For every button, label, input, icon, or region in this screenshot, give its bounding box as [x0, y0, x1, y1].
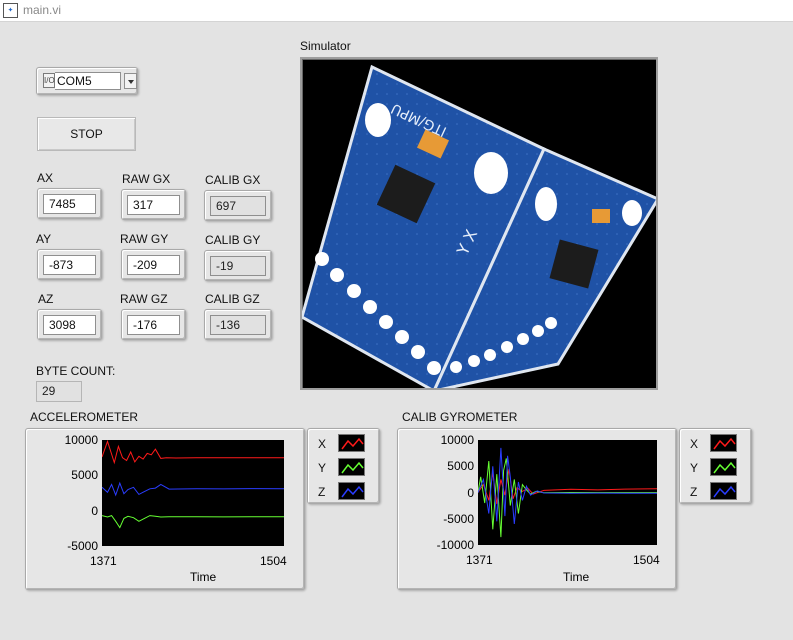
capacitor: [592, 209, 610, 223]
byte-count-label: BYTE COUNT:: [36, 364, 116, 378]
raw-gy-control: -209: [121, 249, 186, 280]
simulator-label: Simulator: [300, 39, 351, 53]
gyrometer-title: CALIB GYROMETER: [402, 410, 518, 424]
legend-swatch-y: [710, 458, 737, 476]
accelerometer-y-tick-label: 0: [91, 503, 98, 518]
raw-gx-value[interactable]: 317: [127, 195, 180, 215]
com-port-selector[interactable]: I/O COM5: [36, 67, 138, 95]
legend-item-y[interactable]: Y: [680, 456, 750, 478]
raw-gz-label: RAW GZ: [120, 292, 168, 306]
legend-item-x[interactable]: X: [308, 432, 378, 454]
accelerometer-series-z: [101, 481, 285, 497]
byte-count-value: 29: [36, 381, 82, 402]
com-port-value[interactable]: COM5: [55, 72, 121, 90]
ax-label: AX: [37, 171, 54, 185]
calib-gx-value: 697: [210, 196, 266, 216]
accelerometer-series-y: [101, 515, 285, 529]
gyrometer-series-z: [477, 447, 657, 525]
gyrometer-x-tick-label: 1371: [466, 553, 493, 567]
legend-item-z[interactable]: Z: [308, 480, 378, 502]
stop-button[interactable]: STOP: [37, 117, 136, 151]
legend-item-z[interactable]: Z: [680, 480, 750, 502]
mount-hole: [474, 152, 508, 194]
accelerometer-plot-area[interactable]: [101, 439, 285, 546]
legend-item-y[interactable]: Y: [308, 456, 378, 478]
legend-item-x[interactable]: X: [680, 432, 750, 454]
calib-gx-label: CALIB GX: [205, 173, 261, 187]
calib-gz-value: -136: [210, 315, 266, 335]
gyrometer-plot: [477, 447, 658, 538]
window-title: main.vi: [23, 3, 62, 17]
gyrometer-y-tick-label: 0: [467, 485, 474, 500]
accelerometer-plot: [101, 439, 285, 529]
legend-swatch-z: [338, 482, 365, 500]
calib-gy-label: CALIB GY: [205, 233, 261, 247]
calib-gz-indicator: -136: [204, 309, 272, 340]
mount-hole: [365, 103, 391, 137]
gyrometer-series-y: [477, 458, 657, 538]
chevron-down-icon[interactable]: [124, 73, 137, 89]
calib-gy-value: -19: [210, 256, 266, 276]
ay-label: AY: [36, 232, 52, 246]
simulator-view: ITG/MPU Y X: [300, 57, 658, 390]
raw-gz-value[interactable]: -176: [127, 315, 180, 335]
ax-value[interactable]: 7485: [43, 194, 96, 214]
io-resource-icon: I/O: [43, 73, 55, 88]
legend-swatch-x: [710, 434, 737, 452]
accelerometer-series-x: [101, 439, 285, 465]
gyrometer-y-tick-label: 5000: [447, 459, 474, 474]
accelerometer-y-tick-label: 5000: [71, 468, 98, 483]
raw-gz-control: -176: [121, 309, 186, 340]
raw-gx-control: 317: [121, 189, 186, 220]
accelerometer-title: ACCELEROMETER: [30, 410, 139, 424]
gyrometer-x-axis-label: Time: [563, 570, 590, 584]
gyrometer-y-tick-label: -5000: [443, 511, 474, 526]
mount-hole: [622, 200, 642, 226]
mpu6050-cube-render: ITG/MPU Y X: [302, 64, 656, 388]
gyrometer-legend[interactable]: X Y Z: [679, 428, 752, 504]
az-value[interactable]: 3098: [43, 315, 96, 335]
mount-hole: [535, 187, 557, 221]
gyrometer-x-tick-label: 1504: [633, 553, 660, 567]
labview-vi-icon: ✦: [3, 3, 18, 18]
calib-gy-indicator: -19: [204, 250, 272, 281]
raw-gx-label: RAW GX: [122, 172, 171, 186]
legend-swatch-x: [338, 434, 365, 452]
accelerometer-y-tick-label: 10000: [64, 433, 98, 447]
gyrometer-y-tick-label: 10000: [440, 433, 474, 447]
legend-swatch-z: [710, 482, 737, 500]
gyrometer-series-x: [477, 468, 658, 505]
accelerometer-legend[interactable]: X Y Z: [307, 428, 380, 504]
title-bar: ✦ main.vi: [0, 0, 793, 22]
calib-gz-label: CALIB GZ: [205, 292, 260, 306]
ay-value[interactable]: -873: [43, 255, 96, 275]
ax-control: 7485: [37, 188, 102, 219]
accelerometer-x-tick-label: 1504: [260, 554, 287, 568]
gyrometer-plot-area[interactable]: [477, 440, 658, 545]
accelerometer-y-tick-label: -5000: [67, 539, 98, 553]
az-control: 3098: [37, 309, 102, 340]
accelerometer-x-axis-label: Time: [190, 570, 217, 584]
legend-swatch-y: [338, 458, 365, 476]
calib-gx-indicator: 697: [204, 190, 272, 221]
ay-control: -873: [37, 249, 102, 280]
accelerometer-x-tick-label: 1371: [90, 554, 117, 568]
az-label: AZ: [38, 292, 54, 306]
raw-gy-value[interactable]: -209: [127, 255, 180, 275]
gyrometer-y-tick-label: -10000: [436, 538, 474, 552]
raw-gy-label: RAW GY: [120, 232, 169, 246]
